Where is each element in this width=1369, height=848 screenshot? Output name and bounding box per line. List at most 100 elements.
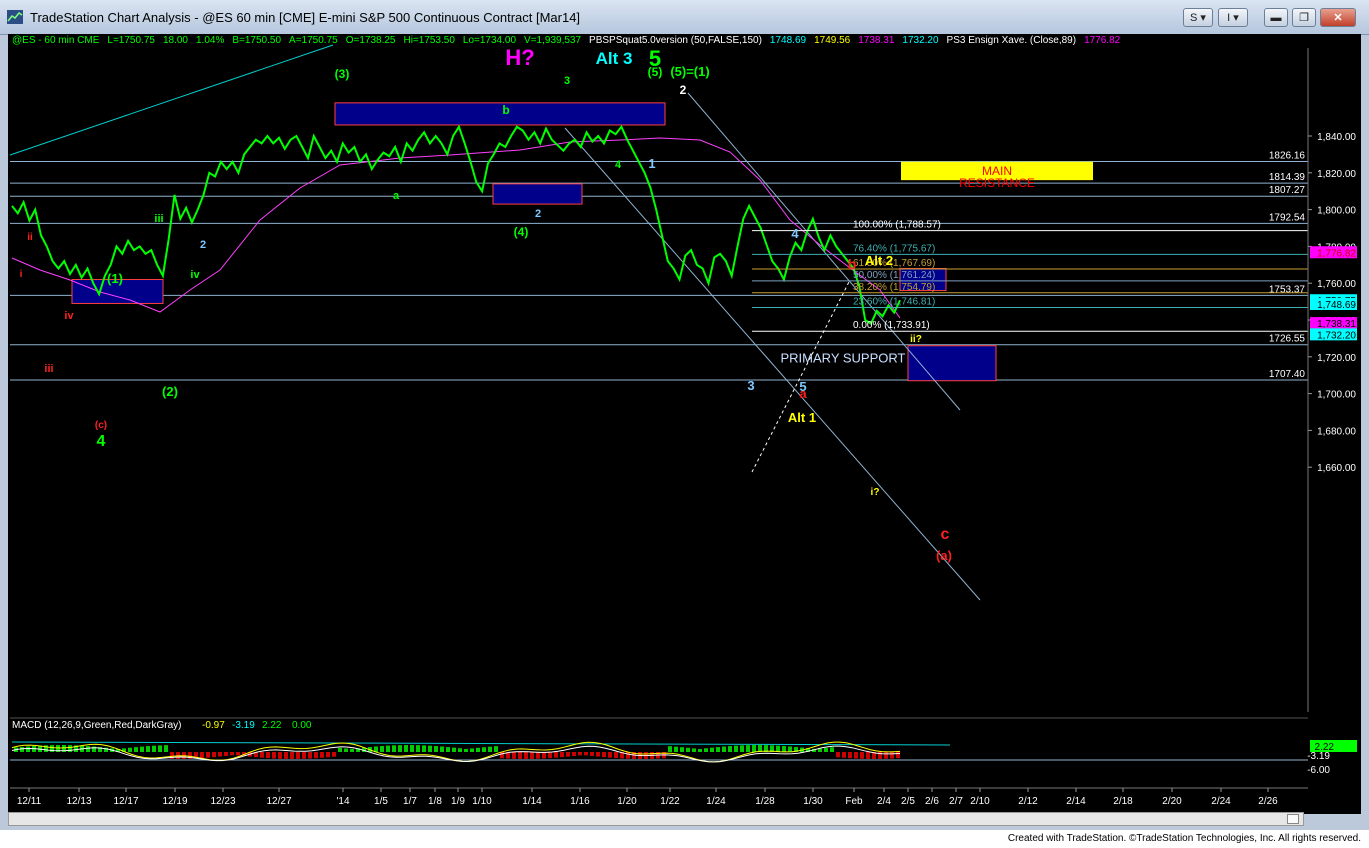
wave-target-box [492,183,583,205]
macd-histogram-bar [398,745,402,752]
macd-histogram-bar [890,752,894,759]
macd-histogram-bar [272,752,276,759]
macd-histogram-bar [434,746,438,752]
price-axis-tick-label: 1,700.00 [1317,390,1356,401]
wave-label: iv [190,269,200,281]
upper-channel-trendline [9,44,334,156]
wave-label: Alt 2 [865,253,893,268]
wave-label: 4 [791,226,799,241]
macd-axis-label: -6.00 [1307,765,1330,776]
macd-histogram-bar [446,747,450,752]
macd-histogram-bar [380,746,384,752]
wave-label: Alt 3 [596,49,633,68]
symbol-status-line: @ES - 60 min CME L=1750.75 18.00 1.04% B=175… [12,35,1128,46]
app-window: TradeStation Chart Analysis - @ES 60 min… [0,0,1369,848]
macd-histogram-bar [686,747,690,752]
macd-histogram-bar [296,752,300,759]
macd-histogram-bar [230,752,234,756]
footer-bar: Created with TradeStation. ©TradeStation… [0,830,1369,848]
wave-label: 2 [535,208,541,220]
price-axis-tick-label: 1,680.00 [1317,426,1356,437]
macd-histogram-bar [338,747,342,752]
macd-histogram-bar [740,745,744,752]
date-axis-tick-label: 12/11 [17,796,42,807]
macd-histogram-bar [422,745,426,752]
wave-label: (c) [95,420,107,431]
macd-histogram-bar [854,752,858,759]
macd-histogram-bar [428,745,432,752]
wave-label: iii [154,213,163,225]
date-axis-tick-label: 1/8 [428,796,442,807]
wave-label: ii? [910,334,922,345]
horizontal-level-label: 1826.16 [1269,150,1306,161]
macd-histogram-bar [824,747,828,752]
macd-histogram-bar [716,747,720,752]
macd-histogram-bar [128,747,132,752]
footer-credit: Created with TradeStation. ©TradeStation… [1007,833,1361,844]
macd-histogram-bar [788,746,792,752]
status-item: 1776.82 [1084,35,1121,46]
horizontal-level-label: 1814.39 [1269,172,1306,183]
status-item: PS3 Ensign Xave. (Close,89) [946,35,1077,46]
macd-histogram-bar [344,748,348,752]
macd-value: -0.97 [202,720,225,731]
macd-histogram-bar [884,752,888,759]
macd-histogram-bar [602,752,606,758]
price-axis-tick-label: 1,720.00 [1317,353,1356,364]
status-item: 1732.20 [902,35,939,46]
wave-label: (2) [162,384,178,399]
macd-histogram-bar [416,745,420,752]
fib-level-label: 100.00% (1,788.57) [853,220,941,231]
macd-histogram-bar [746,745,750,752]
status-item: 18.00 [162,35,188,46]
wave-label: i? [871,487,880,498]
macd-histogram-bar [572,752,576,756]
macd-trendline [11,741,951,746]
wave-label: H? [505,45,534,70]
price-axis-tick-label: 1,840.00 [1317,132,1356,143]
status-item: 1748.69 [769,35,807,46]
macd-histogram-bar [680,747,684,752]
price-chart[interactable]: 1826.16 1814.39 1807.27 1792.54 1753.37 1726.… [0,0,1369,830]
macd-histogram-bar [692,748,696,752]
wave-label: Alt 1 [788,410,816,425]
fib-level-label: 38.20% (1,754.79) [853,282,935,293]
date-axis-tick-label: 2/18 [1113,796,1133,807]
macd-panel: MACD (12,26,9,Green,Red,DarkGray) -0.97 -3… [10,717,1357,776]
macd-histogram-bar [290,752,294,759]
status-item: 1749.56 [814,35,851,46]
scrollbar-thumb[interactable] [1287,814,1299,824]
macd-histogram-bar [782,745,786,752]
macd-histogram-bar [152,745,156,752]
horizontal-scrollbar[interactable] [8,812,1304,826]
date-axis-tick-label: 1/9 [451,796,465,807]
macd-histogram-bar [326,752,330,758]
macd-histogram-bar [848,752,852,759]
status-item: O=1738.25 [345,35,396,46]
macd-histogram-bar [704,748,708,752]
wave-label: 3 [747,378,754,393]
date-axis-tick-label: Feb [845,796,863,807]
macd-histogram-bar [488,746,492,752]
wave-label: i [20,269,23,280]
macd-histogram-bar [320,752,324,758]
macd-histogram-bar [536,752,540,759]
macd-histogram-bar [896,752,900,759]
macd-title: MACD (12,26,9,Green,Red,DarkGray) [12,720,182,731]
macd-histogram-bar [206,752,210,758]
date-axis-tick-label: 2/12 [1018,796,1038,807]
date-axis-tick-label: 2/5 [901,796,915,807]
price-axis-tick-label: 1,800.00 [1317,206,1356,217]
macd-histogram-bar [332,752,336,757]
price-tag-label: 1,732.20 [1317,330,1356,341]
macd-histogram-bar [164,745,168,752]
macd-histogram-bar [200,752,204,759]
wave-label: 3 [564,75,570,87]
status-item: V=1,939,537 [524,35,582,46]
macd-histogram-bar [542,752,546,759]
horizontal-levels-layer: 1826.16 1814.39 1807.27 1792.54 1753.37 1726.… [10,150,1308,381]
macd-histogram-bar [518,752,522,759]
macd-histogram-bar [494,746,498,752]
macd-histogram-bar [752,745,756,752]
date-axis-tick-label: 1/20 [617,796,637,807]
